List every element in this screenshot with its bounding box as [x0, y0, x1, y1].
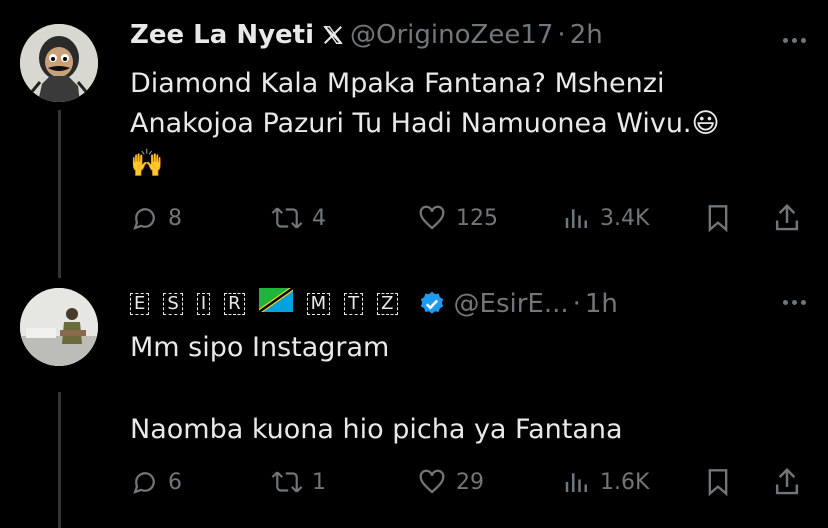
display-name-char[interactable]: R — [224, 292, 245, 315]
share-button[interactable] — [772, 462, 802, 502]
tweet-text-line-2: Anakojoa Pazuri Tu Hadi Namuonea Wivu. — [130, 108, 692, 139]
like-count: 29 — [456, 469, 484, 495]
tweet-text: Diamond Kala Mpaka Fantana? Mshenzi Anak… — [130, 64, 790, 184]
more-icon[interactable] — [783, 300, 806, 305]
display-name-char[interactable]: E — [130, 292, 150, 315]
views-icon — [565, 473, 587, 492]
share-icon — [775, 467, 799, 495]
repost-icon — [271, 207, 303, 229]
reply-button[interactable]: 8 — [130, 198, 182, 238]
views-icon — [565, 209, 587, 228]
views-button[interactable]: 3.4K — [562, 198, 649, 238]
display-name-char[interactable]: I — [196, 292, 211, 315]
bookmark-button[interactable] — [704, 198, 732, 238]
tanzania-flag-icon — [258, 288, 293, 319]
reply-count: 6 — [168, 469, 182, 495]
display-name[interactable]: Zee La Nyeti — [130, 20, 314, 50]
like-count: 125 — [456, 205, 498, 231]
like-button[interactable]: 29 — [416, 462, 484, 502]
display-name-char[interactable]: S — [163, 292, 183, 315]
display-name-char[interactable]: T — [344, 292, 364, 315]
like-icon — [419, 469, 445, 494]
timestamp[interactable]: 1h — [585, 289, 618, 319]
repost-icon — [271, 471, 303, 493]
tweet-text-line-2: Naomba kuona hio picha ya Fantana — [130, 414, 623, 445]
separator-dot: · — [557, 20, 566, 50]
display-name-char[interactable]: Z — [377, 292, 398, 315]
share-icon — [775, 203, 799, 231]
tweet-2[interactable]: E S I R M T Z @EsirE... · 1h Mm sipo Ins… — [0, 268, 828, 528]
tweet-header: E S I R M T Z @EsirE... · 1h — [130, 288, 618, 319]
avatar-photo-icon — [20, 288, 98, 366]
reply-button[interactable]: 6 — [130, 462, 182, 502]
user-handle[interactable]: @OriginoZee17 — [350, 20, 553, 50]
timestamp[interactable]: 2h — [570, 20, 603, 50]
reply-icon — [133, 208, 155, 230]
separator-dot: · — [572, 288, 581, 319]
avatar[interactable] — [20, 24, 98, 102]
raised-hands-emoji: 🙌 — [130, 148, 164, 179]
reply-count: 8 — [168, 205, 182, 231]
avatar-cartoon-icon — [20, 24, 98, 102]
repost-button[interactable]: 1 — [270, 462, 326, 502]
thread-line — [58, 110, 61, 278]
bookmark-icon — [708, 205, 728, 233]
tweet-text-line-1: Mm sipo Instagram — [130, 332, 390, 363]
views-button[interactable]: 1.6K — [562, 462, 649, 502]
verified-badge-icon — [418, 290, 446, 318]
avatar[interactable] — [20, 288, 98, 366]
smile-emoji: 😃 — [691, 108, 720, 139]
repost-count: 4 — [312, 205, 326, 231]
repost-button[interactable]: 4 — [270, 198, 326, 238]
repost-count: 1 — [312, 469, 326, 495]
views-count: 3.4K — [600, 205, 650, 231]
thread-line — [58, 392, 61, 528]
reply-icon — [133, 472, 155, 494]
share-button[interactable] — [772, 198, 802, 238]
bookmark-button[interactable] — [704, 462, 732, 502]
like-button[interactable]: 125 — [416, 198, 498, 238]
tweet-text-line-1: Diamond Kala Mpaka Fantana? Mshenzi — [130, 68, 665, 99]
tweet-actions: 6 1 29 1.6K — [130, 462, 810, 502]
more-icon[interactable] — [783, 38, 806, 43]
like-icon — [419, 205, 445, 230]
display-name-char[interactable]: M — [306, 292, 331, 315]
bookmark-icon — [708, 469, 728, 497]
x-logo-icon — [322, 24, 344, 46]
views-count: 1.6K — [600, 469, 650, 495]
tweet-header: Zee La Nyeti @OriginoZee17 · 2h — [130, 20, 603, 50]
tweet-1[interactable]: Zee La Nyeti @OriginoZee17 · 2h Diamond … — [0, 0, 828, 278]
tweet-actions: 8 4 125 3.4K — [130, 198, 810, 238]
tweet-text: Mm sipo Instagram Naomba kuona hio picha… — [130, 328, 790, 450]
user-handle[interactable]: @EsirE... — [454, 289, 569, 319]
